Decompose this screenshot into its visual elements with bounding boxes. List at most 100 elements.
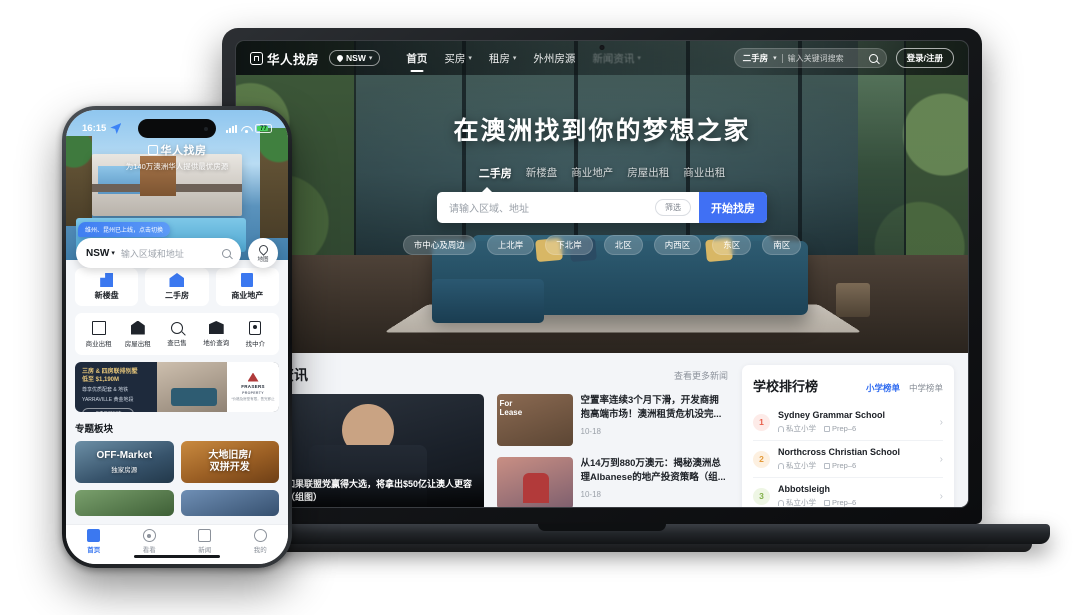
chevron-down-icon: ▾ — [637, 55, 641, 62]
tab-profile[interactable]: 我的 — [233, 529, 289, 554]
topic-card-off-market[interactable]: OFF-Market 独家房源 — [75, 441, 174, 483]
news-header: 新闻资讯 查看更多新闻 — [252, 365, 728, 385]
hero-banner: 华人找房 NSW ▾ 首页 买房 ▾ 租房 ▾ 外州房源 新闻资讯 ▾ 二手房 … — [236, 41, 968, 353]
map-button[interactable]: 地图 — [248, 238, 278, 268]
desktop-website: 华人找房 NSW ▾ 首页 买房 ▾ 租房 ▾ 外州房源 新闻资讯 ▾ 二手房 … — [236, 41, 968, 507]
category-label: 商业地产 — [231, 291, 264, 300]
school-grades: Prep–6 — [824, 460, 856, 471]
nav-item-news[interactable]: 新闻资讯 ▾ — [592, 51, 641, 66]
region-tag-list: 市中心及周边 上北岸 下北岸 北区 内西区 东区 南区 — [236, 235, 968, 255]
state-switch-tooltip[interactable]: 维州、昆州已上线，点击切换 — [78, 222, 171, 237]
news-list-item[interactable]: 从14万到880万澳元：揭秘澳洲总理Albanese的地产投资策略（组... 1… — [496, 457, 729, 507]
phone-state-selector[interactable]: NSW ▾ — [86, 248, 115, 259]
category-house-rent[interactable]: 房屋出租 — [118, 320, 157, 348]
school-info: Abbotsleigh 私立小学 Prep–6 — [778, 484, 932, 507]
category-label: 商业出租 — [85, 340, 112, 348]
grade-icon — [824, 499, 830, 506]
nav-item-interstate[interactable]: 外州房源 — [533, 51, 575, 66]
school-meta: 私立小学 Prep–6 — [778, 497, 932, 507]
profile-icon — [253, 529, 267, 542]
school-type-icon — [778, 499, 784, 506]
region-tag[interactable]: 北区 — [603, 235, 643, 255]
topic-title: OFF-Market — [96, 450, 153, 461]
tab-secondary-school[interactable]: 中学榜单 — [909, 382, 943, 394]
phone-search-input[interactable]: 输入区域和地址 — [121, 247, 216, 260]
region-tag[interactable]: 上北岸 — [486, 235, 535, 255]
tab-news[interactable]: 新闻 — [177, 529, 233, 554]
chevron-right-icon: › — [939, 453, 943, 465]
region-tag[interactable]: 市中心及周边 — [402, 235, 476, 255]
promo-sponsor-block: FRASERS PROPERTY *价格及房型有限，售完即止 — [227, 362, 279, 412]
school-row[interactable]: 3 Abbotsleigh 私立小学 Prep–6 › — [753, 478, 943, 507]
tab-explore[interactable]: 看看 — [122, 529, 178, 554]
site-nav: 首页 买房 ▾ 租房 ▾ 外州房源 新闻资讯 ▾ — [406, 51, 641, 66]
laptop-base-notch — [538, 524, 666, 531]
tab-primary-school[interactable]: 小学榜单 — [866, 382, 900, 394]
topic-card-extra[interactable] — [75, 490, 174, 516]
content-below-hero: 新闻资讯 查看更多新闻 重磅：如果联盟党赢得大选，将拿出$50亿让澳人更容易买房… — [236, 353, 968, 507]
state-selector[interactable]: NSW ▾ — [329, 50, 381, 66]
laptop-lid: 华人找房 NSW ▾ 首页 买房 ▾ 租房 ▾ 外州房源 新闻资讯 ▾ 二手房 … — [222, 28, 982, 524]
school-meta: 私立小学 Prep–6 — [778, 460, 932, 471]
hero-tab-house-rent[interactable]: 房屋出租 — [627, 165, 669, 181]
caret-down-icon: ▾ — [111, 250, 115, 257]
topic-subtitle: 独家房源 — [111, 467, 138, 474]
school-row[interactable]: 2 Northcross Christian School 私立小学 Prep–… — [753, 441, 943, 478]
hero-search-input[interactable]: 请输入区域、地址 — [449, 200, 655, 215]
search-icon[interactable] — [222, 248, 231, 258]
region-tag[interactable]: 东区 — [712, 235, 752, 255]
nav-item-home[interactable]: 首页 — [406, 51, 427, 66]
global-search[interactable]: 二手房 ▾ 输入关键词搜索 — [733, 48, 887, 68]
news-item-date: 10-18 — [580, 490, 601, 499]
nav-item-rent[interactable]: 租房 ▾ — [489, 51, 517, 66]
site-brand[interactable]: 华人找房 — [250, 49, 319, 68]
school-row[interactable]: 1 Sydney Grammar School 私立小学 Prep–6 › — [753, 404, 943, 441]
category-sold-search[interactable]: 查已售 — [157, 321, 196, 347]
category-label: 房屋出租 — [124, 340, 151, 348]
phone-search-bar[interactable]: NSW ▾ 输入区域和地址 — [76, 238, 241, 268]
hero-tab-commercial[interactable]: 商业地产 — [571, 165, 613, 181]
category-new-buildings[interactable]: 新楼盘 — [75, 268, 139, 306]
region-tag[interactable]: 南区 — [762, 235, 802, 255]
sponsor-logo-icon — [247, 372, 259, 382]
news-list-item[interactable]: 空置率连续3个月下滑，开发商拥抱高端市场！澳洲租赁危机没完... 10-18 — [496, 394, 729, 446]
topics-row: OFF-Market 独家房源 大地旧房/ 双拼开发 — [75, 441, 279, 483]
secondary-category-row: 商业出租 房屋出租 查已售 地价查询 找中介 — [75, 313, 279, 355]
chevron-down-icon: ▾ — [512, 55, 517, 62]
topic-card-extra[interactable] — [180, 490, 279, 516]
search-icon[interactable] — [868, 53, 878, 63]
primary-category-row: 新楼盘 二手房 商业地产 — [75, 268, 279, 306]
chevron-right-icon: › — [939, 416, 943, 428]
hero-tab-new[interactable]: 新楼盘 — [526, 165, 558, 181]
category-commercial[interactable]: 商业地产 — [215, 268, 279, 306]
start-search-button[interactable]: 开始找房 — [699, 192, 767, 223]
promo-cta-button[interactable]: 点击了解详情 — [82, 408, 134, 412]
battery-indicator: 77 — [255, 124, 272, 133]
hero-tab-commercial-rent[interactable]: 商业出租 — [683, 165, 725, 181]
status-indicators: 77 — [226, 124, 272, 133]
school-type: 私立小学 — [778, 423, 816, 434]
category-resale-homes[interactable]: 二手房 — [145, 268, 209, 306]
news-list: 空置率连续3个月下滑，开发商拥抱高端市场！澳洲租赁危机没完... 10-18 从… — [496, 394, 729, 507]
for-lease-sign-photo — [496, 394, 573, 446]
category-find-agent[interactable]: 找中介 — [236, 320, 275, 348]
news-more-link[interactable]: 查看更多新闻 — [674, 369, 728, 382]
category-commercial-rent[interactable]: 商业出租 — [79, 320, 118, 348]
school-name: Sydney Grammar School — [778, 410, 886, 420]
nav-label: 租房 — [488, 52, 510, 65]
tab-home[interactable]: 首页 — [66, 529, 122, 554]
promo-banner[interactable]: 三房 & 四房联排别墅 低至 $1,190M 尊享优质配套 & 地铁 YARRA… — [75, 362, 279, 412]
phone-brand-name: 华人找房 — [160, 145, 207, 157]
rank-badge: 3 — [753, 487, 770, 505]
region-tag[interactable]: 下北岸 — [545, 235, 593, 255]
laptop-base-shadow — [172, 544, 1032, 552]
hero-tab-resale[interactable]: 二手房 — [479, 165, 512, 181]
hero-tab-list: 二手房 新楼盘 商业地产 房屋出租 商业出租 — [236, 165, 968, 181]
category-land-value[interactable]: 地价查询 — [197, 321, 236, 347]
login-register-button[interactable]: 登录/注册 — [895, 48, 954, 68]
nav-item-buy[interactable]: 买房 ▾ — [444, 51, 472, 66]
region-tag[interactable]: 内西区 — [653, 235, 702, 255]
chevron-down-icon: ▾ — [368, 55, 373, 62]
filter-button[interactable]: 筛选 — [655, 199, 691, 216]
topic-card-land-development[interactable]: 大地旧房/ 双拼开发 — [180, 441, 279, 483]
